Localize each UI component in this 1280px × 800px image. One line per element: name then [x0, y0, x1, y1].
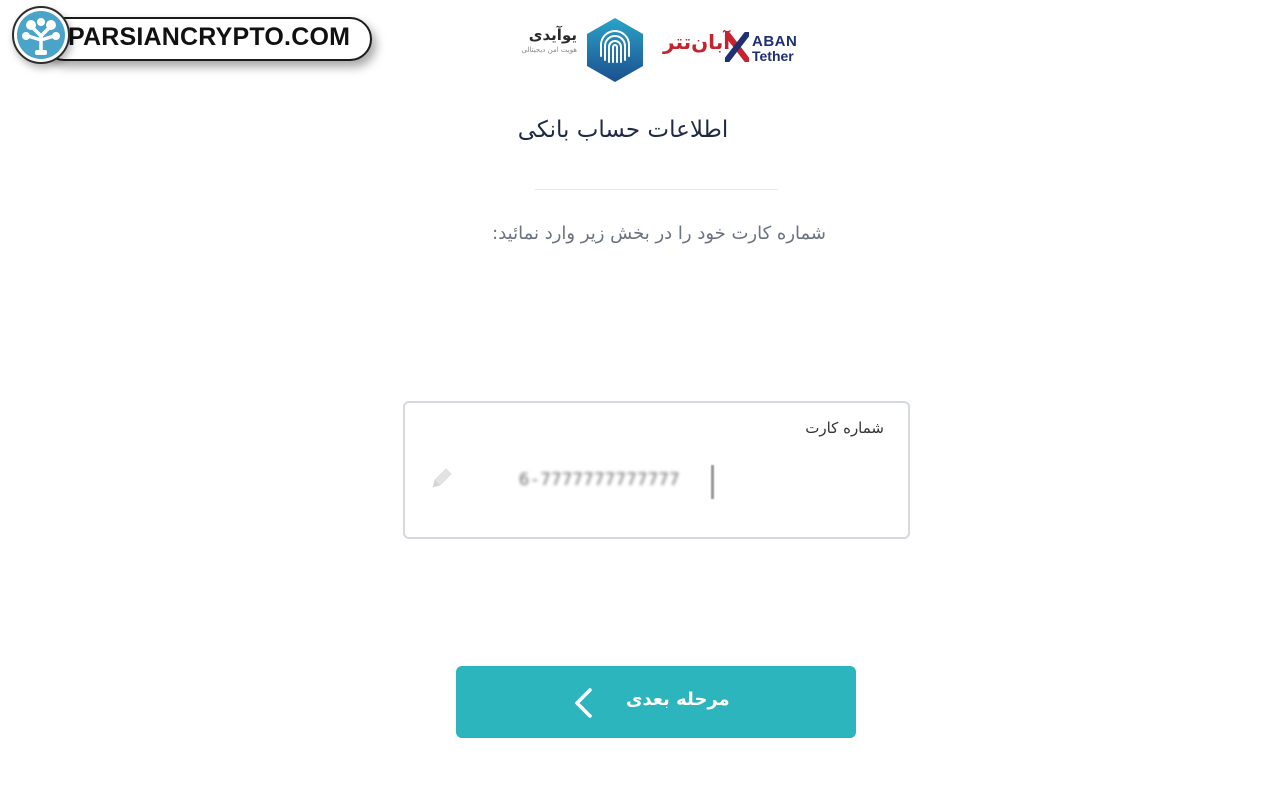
uid-logo-subtitle: هویت امن دیجیتالی — [521, 46, 577, 54]
pencil-icon[interactable] — [427, 465, 455, 493]
aban-logo-line1: ABAN — [752, 33, 798, 50]
chevron-left-icon — [572, 687, 594, 719]
card-number-field[interactable]: شماره کارت — [403, 401, 910, 539]
page-title: اطلاعات حساب بانکی — [517, 117, 729, 143]
uid-logo-text: یوآیدی هویت امن دیجیتالی — [505, 26, 577, 56]
aban-logo-line2: Tether — [752, 48, 794, 64]
page-subtitle: شماره کارت خود را در بخش زیر وارد نمائید… — [492, 223, 826, 244]
next-step-button[interactable]: مرحله بعدی — [456, 666, 856, 738]
text-caret — [711, 465, 714, 499]
aban-logo-persian: آبان‌تتر — [663, 30, 731, 54]
watermark-badge: PARSIANCRYPTO.COM — [12, 6, 372, 64]
fingerprint-hexagon-icon — [583, 16, 647, 84]
aban-logo-english: ABAN Tether — [752, 34, 797, 64]
uid-logo-title: یوآیدی — [528, 26, 577, 44]
card-number-input[interactable] — [519, 465, 709, 495]
watermark-text: PARSIANCRYPTO.COM — [68, 23, 351, 51]
next-step-label: مرحله بعدی — [626, 689, 730, 710]
x-mark-icon — [722, 29, 752, 65]
tree-network-icon — [12, 6, 70, 64]
title-divider — [535, 189, 778, 190]
card-number-label: شماره کارت — [805, 419, 884, 437]
partner-logos: یوآیدی هویت امن دیجیتالی آبان‌تتر — [505, 16, 805, 86]
